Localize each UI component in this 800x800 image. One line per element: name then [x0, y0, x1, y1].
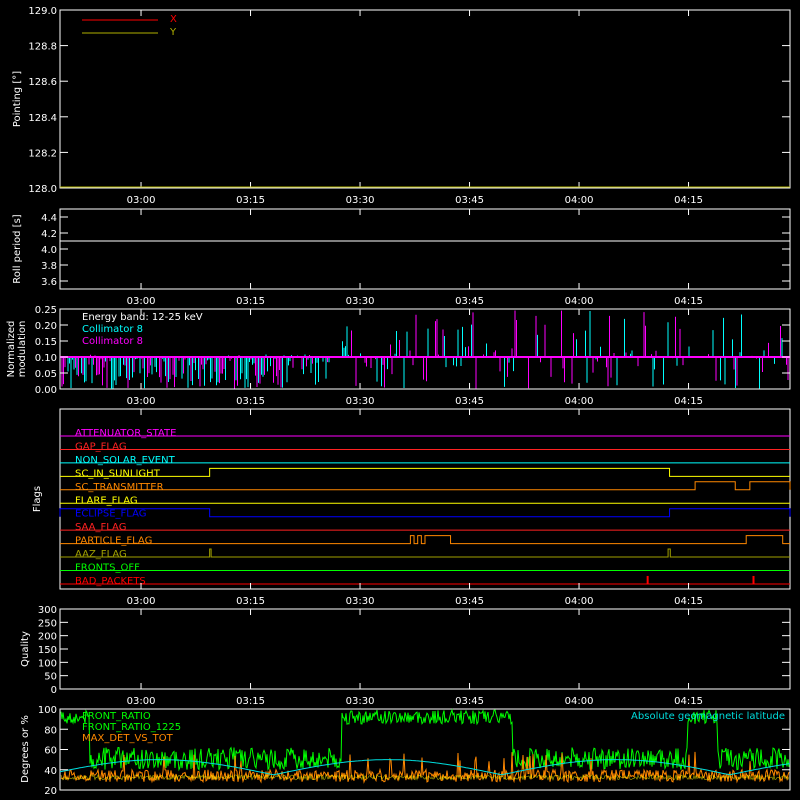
max-det-legend: MAX_DET_VS_TOT	[82, 733, 174, 744]
y-tick-label: 100	[38, 658, 57, 669]
x-tick-label: 03:45	[455, 296, 484, 307]
pointing-ylabel: Pointing [°]	[12, 71, 23, 127]
x-tick-label: 03:00	[127, 195, 156, 206]
x-tick-label: 04:15	[674, 696, 703, 707]
x-tick-label: 04:00	[565, 596, 594, 607]
legend-y-label: Y	[169, 27, 177, 38]
x-tick-label: 03:15	[236, 296, 265, 307]
x-tick-label: 04:15	[674, 195, 703, 206]
y-tick-label: 80	[44, 725, 57, 736]
y-tick-label: 4.4	[41, 213, 57, 224]
y-tick-label: 0.10	[35, 353, 57, 364]
x-tick-label: 04:15	[674, 296, 703, 307]
flag-label: FLARE_FLAG	[75, 495, 138, 506]
flags-ylabel: Flags	[32, 486, 43, 512]
x-tick-label: 04:00	[565, 396, 594, 407]
y-tick-label: 0	[51, 685, 57, 696]
y-tick-label: 128.6	[28, 77, 57, 88]
legend-x-label: X	[170, 14, 177, 25]
x-tick-label: 04:00	[565, 296, 594, 307]
y-tick-label: 128.4	[28, 113, 57, 124]
flag-label: BAD_PACKETS	[75, 576, 146, 587]
modulation-ylabel-line1: Normalized	[6, 321, 17, 378]
modulation-ylabel-line2: modulation	[17, 321, 28, 378]
flag-label: ECLIPSE_FLAG	[75, 509, 146, 520]
collimator-cyan-legend: Collimator 8	[82, 324, 143, 335]
front-ratio-1225-legend: FRONT_RATIO_1225	[82, 722, 181, 733]
y-tick-label: 128.0	[28, 184, 57, 195]
x-tick-label: 03:15	[236, 396, 265, 407]
flag-label: NON_SOLAR_EVENT	[75, 455, 176, 466]
y-tick-label: 129.0	[28, 6, 57, 17]
energy-band-annotation: Energy band: 12-25 keV	[82, 312, 203, 323]
flag-label: AAZ_FLAG	[75, 549, 127, 560]
y-tick-label: 50	[44, 672, 57, 683]
y-tick-label: 128.2	[28, 148, 57, 159]
x-tick-label: 03:00	[127, 596, 156, 607]
rhessi-summary-plot: Pointing [°] 128.0 128.2 128.4 128.6 128.8 12…	[0, 0, 800, 800]
x-tick-label: 03:00	[127, 396, 156, 407]
y-tick-label: 300	[38, 605, 57, 616]
x-tick-label: 03:15	[236, 596, 265, 607]
collimator-magenta-legend: Collimator 8	[82, 336, 143, 347]
front-ratio-legend: FRONT_RATIO	[82, 711, 151, 722]
y-tick-label: 4.2	[41, 229, 57, 240]
flag-label: PARTICLE_FLAG	[75, 536, 152, 547]
x-tick-label: 03:45	[455, 195, 484, 206]
y-tick-label: 128.8	[28, 42, 57, 53]
y-tick-label: 250	[38, 618, 57, 629]
y-tick-label: 0.25	[35, 305, 57, 316]
x-tick-label: 03:00	[127, 696, 156, 707]
flag-label: ATTENUATOR_STATE	[75, 428, 176, 439]
y-tick-label: 20	[44, 786, 57, 797]
flag-label: SAA_FLAG	[75, 522, 126, 533]
x-tick-label: 04:15	[674, 396, 703, 407]
y-tick-label: 60	[44, 746, 57, 757]
y-tick-label: 0.20	[35, 321, 57, 332]
roll-ylabel: Roll period [s]	[12, 214, 23, 283]
flag-label: SC_TRANSMITTER	[75, 482, 164, 493]
x-tick-label: 03:30	[346, 195, 375, 206]
x-tick-label: 04:15	[674, 596, 703, 607]
y-tick-label: 3.8	[41, 261, 57, 272]
flag-label: SC_IN_SUNLIGHT	[75, 468, 161, 479]
x-tick-label: 03:30	[346, 596, 375, 607]
x-tick-label: 04:00	[565, 195, 594, 206]
y-tick-label: 0.00	[35, 385, 57, 396]
x-tick-label: 03:15	[236, 195, 265, 206]
x-tick-label: 03:15	[236, 696, 265, 707]
x-tick-label: 04:00	[565, 696, 594, 707]
y-tick-label: 40	[44, 766, 57, 777]
y-tick-label: 0.05	[35, 369, 57, 380]
flag-label: GAP_FLAG	[75, 441, 127, 452]
geomag-latitude-legend: Absolute geomagnetic latitude	[631, 711, 785, 722]
x-tick-label: 03:30	[346, 396, 375, 407]
flag-label: FRONTS_OFF	[75, 563, 140, 574]
quality-ylabel: Quality	[20, 631, 31, 667]
y-tick-label: 3.6	[41, 277, 57, 288]
y-tick-label: 150	[38, 645, 57, 656]
x-tick-label: 03:45	[455, 596, 484, 607]
ratio-ylabel: Degrees or %	[20, 715, 31, 783]
x-tick-label: 03:30	[346, 296, 375, 307]
y-tick-label: 4.0	[41, 245, 57, 256]
y-tick-label: 100	[38, 705, 57, 716]
y-tick-label: 0.15	[35, 337, 57, 348]
x-tick-label: 03:00	[127, 296, 156, 307]
x-tick-label: 03:45	[455, 396, 484, 407]
x-tick-label: 03:30	[346, 696, 375, 707]
y-tick-label: 200	[38, 632, 57, 643]
x-tick-label: 03:45	[455, 696, 484, 707]
